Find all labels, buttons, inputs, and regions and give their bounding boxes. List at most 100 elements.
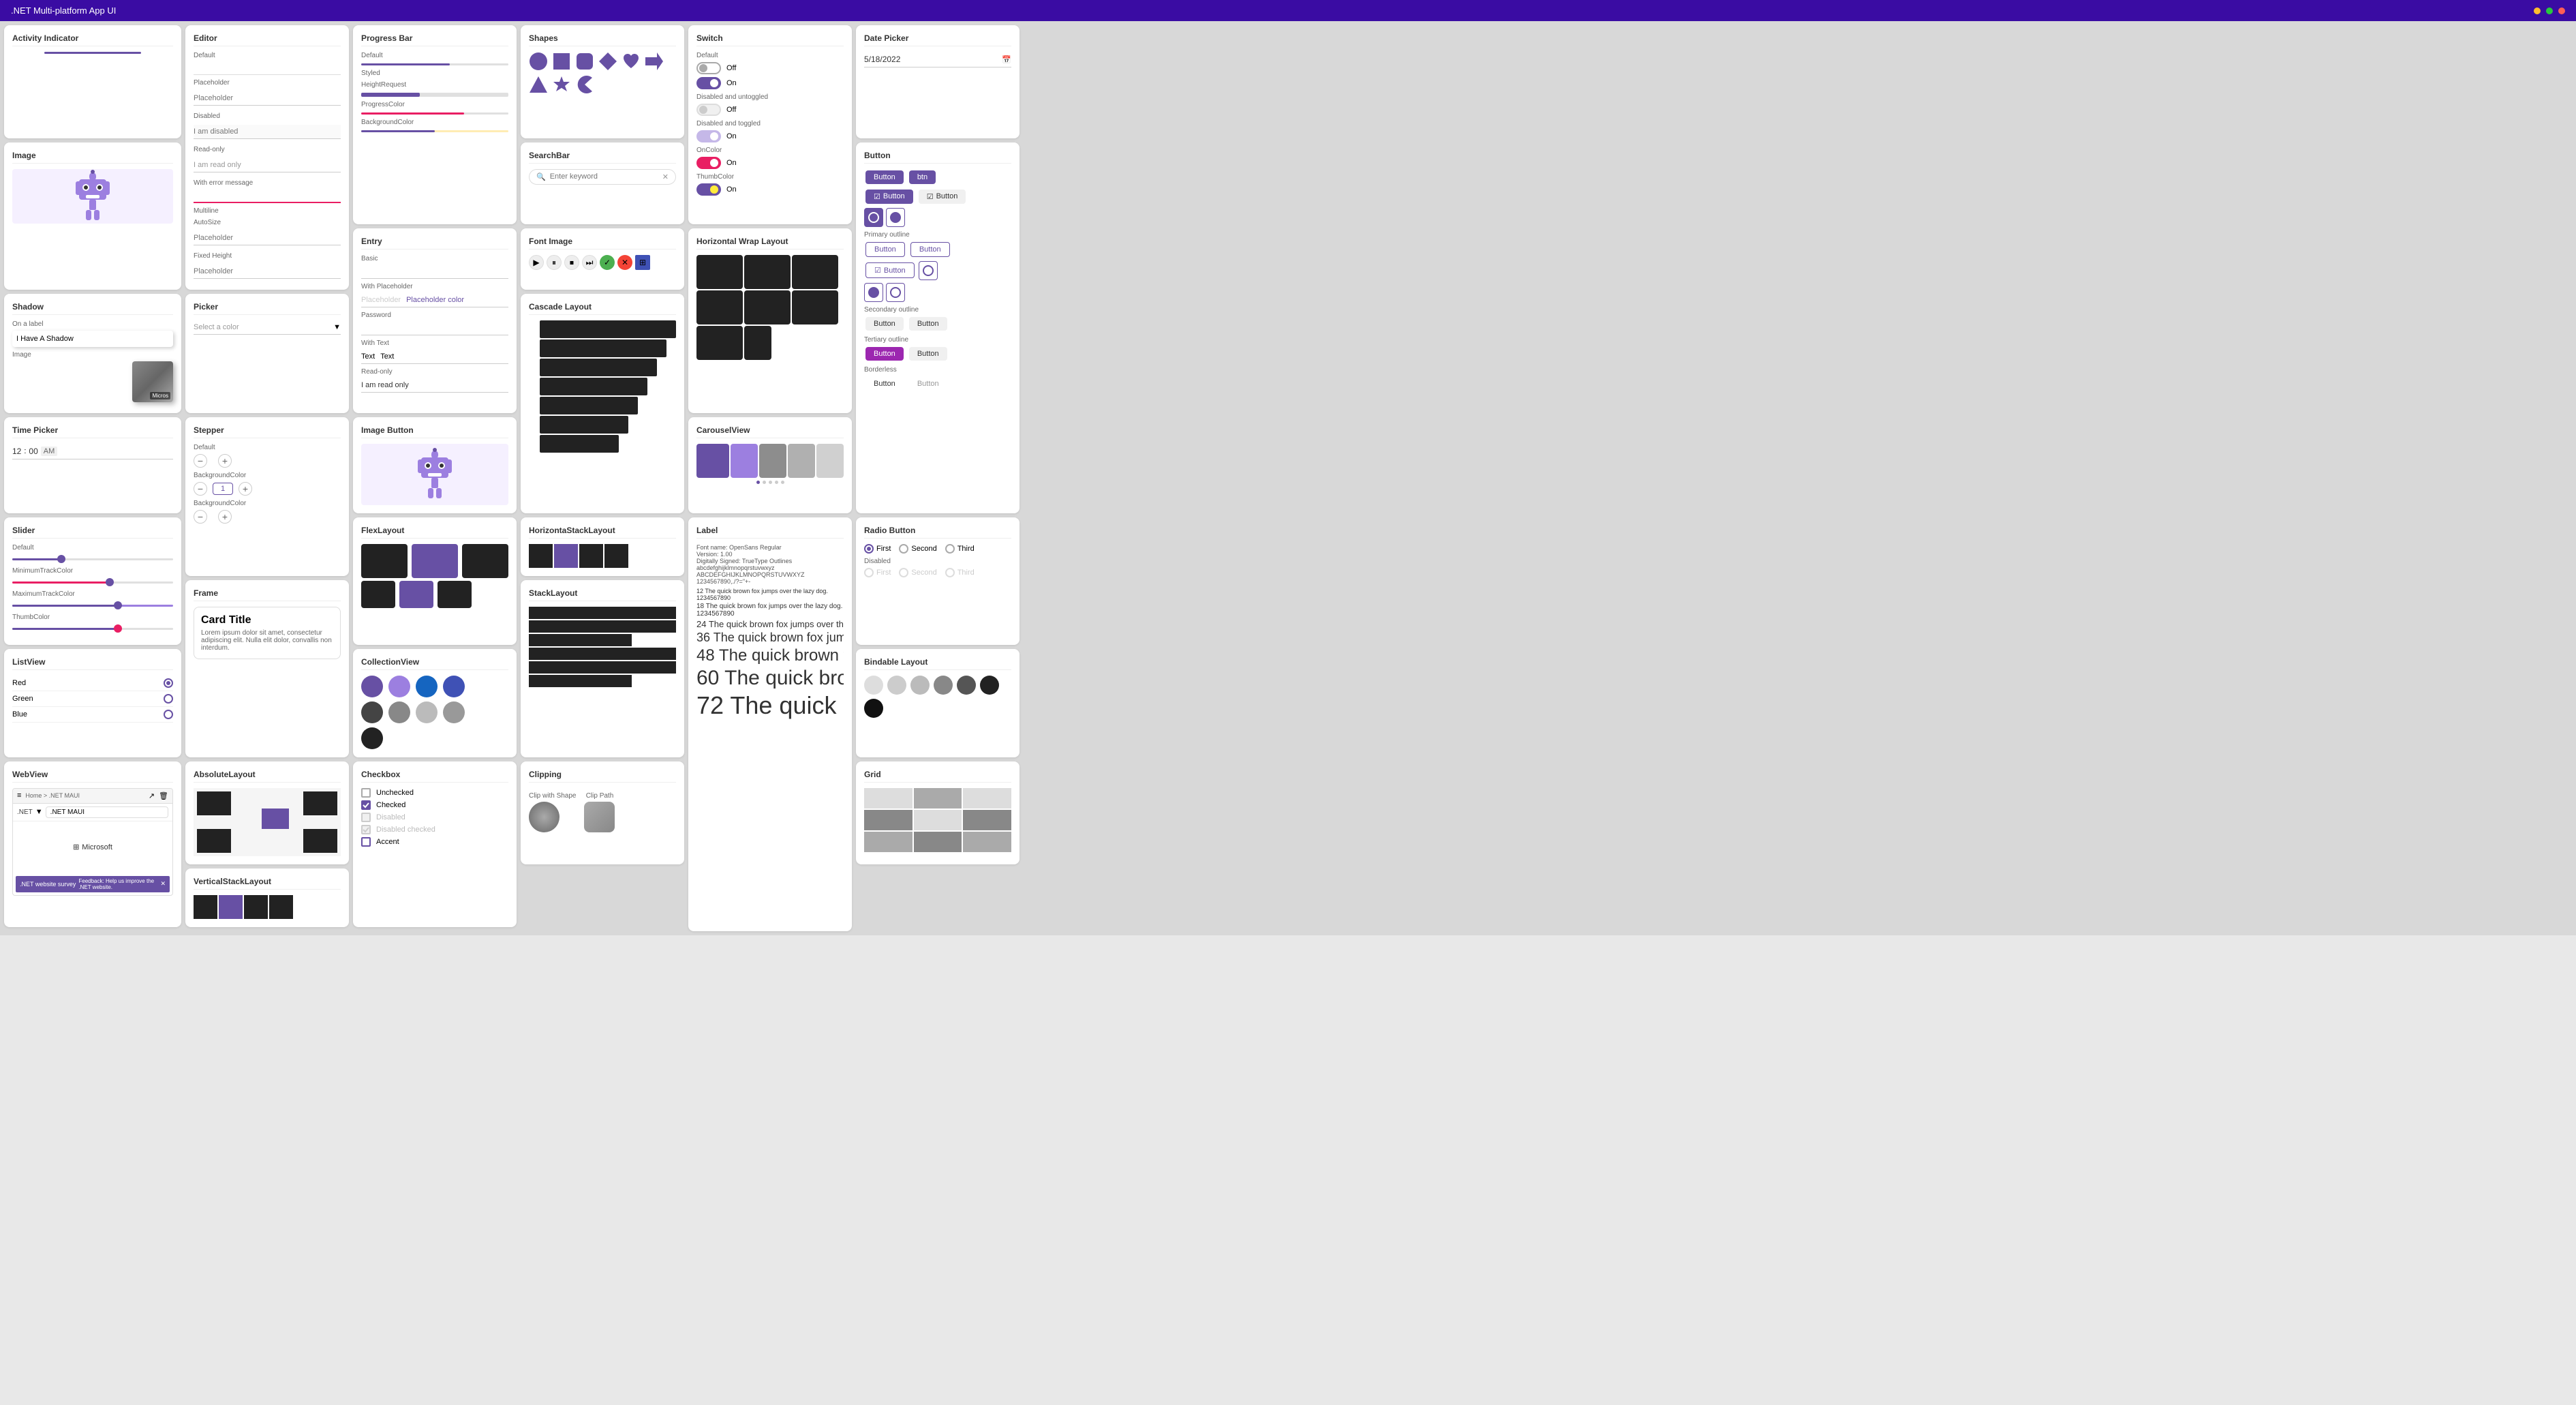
button-tertiary-2[interactable]: Button [909, 347, 947, 361]
slider-maxtrack-thumb[interactable] [114, 601, 122, 609]
slider-maxtrack-fill [12, 605, 117, 607]
editor-autosize-input[interactable] [194, 231, 341, 245]
carousel-dot-4[interactable] [775, 481, 778, 484]
switch-on-track[interactable] [696, 77, 721, 89]
progress-bar-title: Progress Bar [361, 33, 508, 46]
image-button-placeholder[interactable] [361, 444, 508, 505]
label-size-12: 12 The quick brown fox jumps over the la… [696, 588, 844, 601]
picker-select-row[interactable]: Select a color ▼ [194, 320, 341, 335]
carousel-dot-1[interactable] [756, 481, 760, 484]
editor-fixed-input[interactable] [194, 265, 341, 279]
switch-disabled-on-track [696, 130, 721, 142]
stepper-bgcolor2-plus[interactable]: + [218, 510, 232, 524]
hwrap-item-6 [792, 290, 838, 324]
switch-off-track[interactable] [696, 62, 721, 74]
entry-placeholder-label: With Placeholder [361, 283, 508, 290]
carousel-item-3 [759, 444, 786, 478]
checkbox-checked-box[interactable] [361, 800, 371, 810]
webview-feedback-bar[interactable]: .NET website survey Feedback: Help us im… [16, 876, 170, 892]
button-outline-icon-only[interactable] [919, 261, 938, 280]
button-filled-2[interactable]: btn [909, 170, 936, 184]
list-view-card: ListView Red Green Blue [4, 649, 181, 757]
col-circle-2 [388, 676, 410, 697]
button-outline-only-2[interactable] [886, 283, 905, 302]
stepper-bgcolor-minus[interactable]: − [194, 482, 207, 496]
shapes-title: Shapes [529, 33, 676, 46]
main-content: Activity Indicator Editor Default Placeh… [0, 21, 2576, 935]
search-clear-icon[interactable]: ✕ [662, 172, 669, 181]
webview-trash-icon[interactable]: 🗑 [159, 791, 168, 800]
checkbox-accent-box[interactable] [361, 837, 371, 847]
font-image-row: ▶ ⏸ ⏹ ⏭ ✓ ✕ ⊞ [529, 255, 676, 270]
button-icon-filled-1[interactable]: ☑ Button [865, 190, 913, 204]
list-item-red-label: Red [12, 679, 26, 687]
switch-disabled-on-thumb [710, 132, 718, 140]
button-borderless-1[interactable]: Button [865, 377, 904, 391]
button-icon-filled-2[interactable]: ☑ Button [919, 190, 966, 204]
button-filled-1[interactable]: Button [865, 170, 904, 184]
button-tertiary-1[interactable]: Button [865, 347, 904, 361]
webview-dropdown-icon[interactable]: ▼ [35, 808, 43, 816]
switch-thumbcolor-track[interactable] [696, 183, 721, 196]
stack-layout-card: StackLayout [521, 580, 684, 757]
list-item-red-radio [164, 678, 173, 688]
webview-feedback-close-icon[interactable]: ✕ [160, 880, 166, 888]
slider-card: Slider Default MinimumTrackColor Maximum… [4, 517, 181, 645]
slider-default-thumb[interactable] [57, 555, 65, 563]
stepper-plus-btn[interactable]: + [218, 454, 232, 468]
checkbox-unchecked-box[interactable] [361, 788, 371, 798]
vertical-stack-title: VerticalStackLayout [194, 877, 341, 890]
stepper-bgcolor-plus[interactable]: + [239, 482, 252, 496]
button-secondary-2[interactable]: Button [909, 317, 947, 331]
triangle-shape [529, 75, 548, 94]
checkbox-disabled-label: Disabled [376, 813, 405, 821]
time-picker-row[interactable]: 12 : 00 AM [12, 444, 173, 459]
maximize-button[interactable] [2546, 7, 2553, 14]
minimize-button[interactable] [2534, 7, 2541, 14]
button-icon-only-1[interactable] [864, 208, 883, 227]
carousel-dot-3[interactable] [769, 481, 772, 484]
stepper-minus-btn[interactable]: − [194, 454, 207, 468]
grid-card: Grid [856, 761, 1019, 864]
button-card: Button Button btn ☑ Button ☑ Button Prim… [856, 142, 1019, 513]
webview-brand-name: Microsoft [82, 843, 112, 851]
button-outline-1[interactable]: Button [865, 242, 905, 257]
stepper-card: Stepper Default − + BackgroundColor − 1 … [185, 417, 349, 576]
hwrap-item-8 [744, 326, 771, 360]
radio-third-opt[interactable]: Third [945, 544, 975, 554]
list-item-blue[interactable]: Blue [12, 707, 173, 723]
clip-path-col: Clip Path [584, 788, 615, 832]
radio-first-opt[interactable]: First [864, 544, 891, 554]
radio-second-opt[interactable]: Second [899, 544, 936, 554]
webview-share-icon[interactable]: ↗ [149, 791, 155, 800]
slider-thumb-thumb[interactable] [114, 624, 122, 633]
slider-mintrack-thumb[interactable] [106, 578, 114, 586]
list-item-green[interactable]: Green [12, 691, 173, 707]
button-outline-only-1[interactable] [864, 283, 883, 302]
arrow-shape [645, 52, 664, 71]
primary-outline-label: Primary outline [864, 231, 1011, 239]
carousel-dot-5[interactable] [781, 481, 784, 484]
editor-placeholder-input[interactable] [194, 91, 341, 106]
carousel-card: CarouselView [688, 417, 852, 513]
list-item-red[interactable]: Red [12, 676, 173, 691]
date-picker-input[interactable]: 5/18/2022 📅 [864, 52, 1011, 67]
radio-disabled-first-circle [864, 568, 874, 577]
button-secondary-1[interactable]: Button [865, 317, 904, 331]
close-button[interactable] [2558, 7, 2565, 14]
flex-item-5 [399, 581, 433, 608]
switch-oncolor-track[interactable] [696, 157, 721, 169]
switch-oncolor-label: OnColor [696, 147, 844, 154]
pb-color-track [361, 112, 508, 115]
search-input[interactable] [550, 172, 662, 181]
editor-fixed-label: Fixed Height [194, 252, 341, 260]
switch-title: Switch [696, 33, 844, 46]
button-icon-only-2[interactable] [886, 208, 905, 227]
button-outline-2[interactable]: Button [910, 242, 950, 257]
webview-url-input[interactable] [46, 806, 168, 818]
carousel-dot-2[interactable] [763, 481, 766, 484]
stepper-bgcolor2-minus[interactable]: − [194, 510, 207, 524]
checkbox-accent-label: Accent [376, 838, 399, 846]
button-borderless-2[interactable]: Button [909, 377, 947, 391]
button-outline-icon-1[interactable]: ☑ Button [865, 262, 915, 278]
